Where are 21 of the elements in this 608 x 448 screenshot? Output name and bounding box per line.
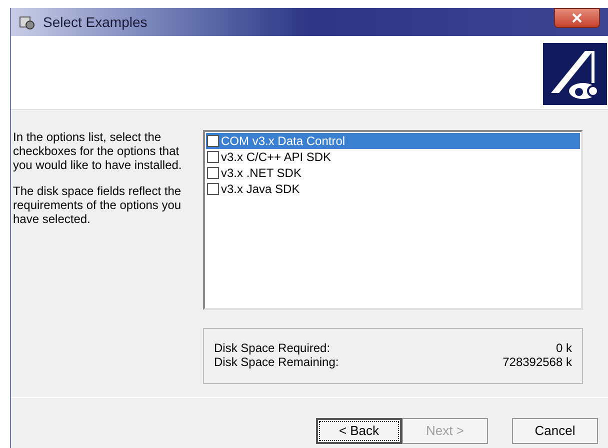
checkbox[interactable] <box>207 151 219 163</box>
disk-space-value: 728392568 k <box>502 355 572 369</box>
close-icon <box>572 13 582 23</box>
checkbox[interactable] <box>207 135 219 147</box>
checkbox[interactable] <box>207 183 219 195</box>
wizard-button[interactable]: Cancel <box>512 418 598 444</box>
disk-space-label: Disk Space Remaining: <box>214 355 339 369</box>
instruction-text: The disk space fields reflect the requirements of the options you have selected. <box>13 184 182 226</box>
installer-icon <box>19 14 35 30</box>
checkbox[interactable] <box>207 167 219 179</box>
close-button[interactable] <box>554 8 600 28</box>
options-list[interactable]: COM v3.x Data Control v3.x C/C++ API SDK v3.x .NET SDK v3.x Java SDK <box>203 130 583 310</box>
option-item[interactable]: v3.x Java SDK <box>206 181 580 197</box>
disk-space-label: Disk Space Required: <box>214 341 330 355</box>
window-title: Select Examples <box>43 12 148 32</box>
instruction-text: In the options list, select the checkboxes for the options that you would like to have installed. <box>13 130 183 172</box>
option-item[interactable]: v3.x .NET SDK <box>206 165 580 181</box>
disk-space-value: 0 k <box>556 341 572 355</box>
option-item[interactable]: v3.x C/C++ API SDK <box>206 149 580 165</box>
option-item[interactable]: COM v3.x Data Control <box>206 133 580 149</box>
wizard-button[interactable]: < Back <box>316 418 402 444</box>
